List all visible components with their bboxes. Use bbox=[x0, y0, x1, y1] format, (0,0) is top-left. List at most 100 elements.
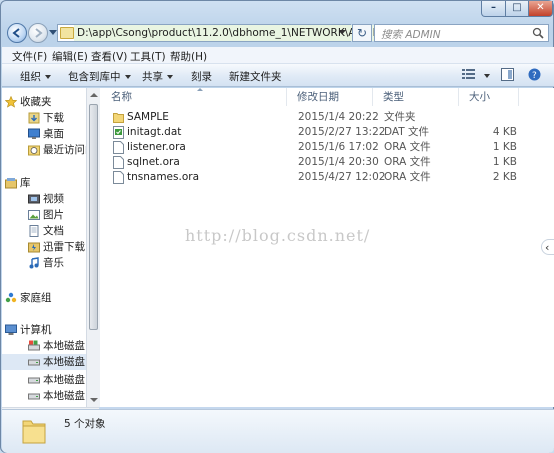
minimize-button[interactable]: – bbox=[481, 1, 506, 17]
view-dropdown-caret-icon[interactable] bbox=[484, 74, 490, 78]
arrow-right-icon bbox=[35, 28, 43, 38]
nav-computer-label: 计算机 bbox=[20, 324, 52, 336]
nav-item-label: 音乐 bbox=[43, 257, 64, 269]
content-area: 收藏夹 下载 桌面 最近访问的 库 视频 bbox=[2, 88, 554, 407]
file-name: SAMPLE bbox=[127, 111, 169, 123]
file-type: ORA 文件 bbox=[384, 171, 431, 183]
nav-favorites[interactable]: 收藏夹 bbox=[2, 94, 86, 110]
dropdown-caret-icon bbox=[45, 75, 51, 79]
chevron-down-icon[interactable] bbox=[339, 30, 346, 35]
dat-file-icon bbox=[113, 126, 124, 139]
address-bar[interactable]: D:\app\Csong\product\11.2.0\dbhome_1\NET… bbox=[57, 24, 387, 42]
scrollbar-thumb[interactable] bbox=[89, 104, 98, 330]
refresh-button[interactable]: ↻ bbox=[352, 24, 372, 42]
file-size: 1 KB bbox=[492, 156, 517, 168]
nav-item-desktop[interactable]: 桌面 bbox=[2, 126, 86, 142]
search-input[interactable]: 搜索 ADMIN bbox=[374, 24, 549, 42]
file-list: 名称 修改日期 类型 大小 SAMPLE 2015/1/4 20:22 文件夹 … bbox=[101, 88, 554, 407]
column-name-label: 名称 bbox=[111, 91, 132, 103]
chevron-left-icon: ‹ bbox=[545, 241, 550, 254]
nav-libraries-label: 库 bbox=[20, 177, 31, 189]
recent-pages-dropdown-icon[interactable] bbox=[49, 30, 57, 36]
pictures-icon bbox=[28, 210, 40, 220]
nav-item-recent[interactable]: 最近访问的 bbox=[2, 142, 86, 158]
organize-button[interactable]: 组织 bbox=[20, 69, 51, 84]
nav-scrollbar[interactable] bbox=[86, 88, 100, 407]
nav-item-drive-e[interactable]: 本地磁盘 (E bbox=[2, 372, 86, 388]
forward-button[interactable] bbox=[28, 23, 48, 43]
file-size: 1 KB bbox=[492, 141, 517, 153]
table-row[interactable]: tnsnames.ora 2015/4/27 12:02 ORA 文件 2 KB bbox=[101, 170, 531, 185]
dropdown-caret-icon bbox=[167, 75, 173, 79]
file-icon bbox=[113, 141, 124, 154]
nav-item-drive-d[interactable]: 本地磁盘 (I bbox=[2, 354, 86, 370]
menu-tools[interactable]: 工具(T) bbox=[130, 49, 166, 64]
menu-view[interactable]: 查看(V) bbox=[91, 49, 127, 64]
file-date: 2015/1/4 20:22 bbox=[298, 111, 379, 123]
new-folder-button[interactable]: 新建文件夹 bbox=[229, 69, 282, 84]
close-icon: ✕ bbox=[536, 2, 545, 13]
pane-toggle-button[interactable]: ‹ bbox=[541, 239, 554, 255]
file-date: 2015/1/4 20:30 bbox=[298, 156, 379, 168]
column-header-size[interactable]: 大小 bbox=[459, 88, 519, 106]
maximize-button[interactable]: □ bbox=[506, 1, 529, 17]
table-row[interactable]: listener.ora 2015/1/6 17:02 ORA 文件 1 KB bbox=[101, 140, 531, 155]
preview-pane-icon[interactable] bbox=[501, 68, 514, 81]
view-options-icon[interactable] bbox=[462, 68, 476, 80]
column-header-name[interactable]: 名称 bbox=[101, 88, 287, 106]
refresh-icon: ↻ bbox=[356, 26, 368, 40]
nav-item-label: 本地磁盘 (I bbox=[43, 356, 86, 368]
file-size: 2 KB bbox=[492, 171, 517, 183]
nav-computer[interactable]: 计算机 bbox=[2, 322, 86, 338]
nav-item-pictures[interactable]: 图片 bbox=[2, 207, 86, 223]
search-icon[interactable] bbox=[532, 27, 544, 39]
burn-button[interactable]: 刻录 bbox=[191, 69, 212, 84]
nav-item-thunder-downloads[interactable]: 迅雷下载 bbox=[2, 239, 86, 255]
share-label: 共享 bbox=[142, 71, 163, 83]
libraries-icon bbox=[5, 178, 17, 189]
nav-homegroup[interactable]: 家庭组 bbox=[2, 290, 86, 306]
table-row[interactable]: sqlnet.ora 2015/1/4 20:30 ORA 文件 1 KB bbox=[101, 155, 531, 170]
nav-item-music[interactable]: 音乐 bbox=[2, 255, 86, 271]
recent-places-icon bbox=[28, 145, 40, 156]
menu-file[interactable]: 文件(F) bbox=[12, 49, 47, 64]
column-header-type[interactable]: 类型 bbox=[373, 88, 459, 106]
organize-label: 组织 bbox=[20, 71, 41, 83]
include-in-library-button[interactable]: 包含到库中 bbox=[68, 69, 131, 84]
table-row[interactable]: SAMPLE 2015/1/4 20:22 文件夹 bbox=[101, 110, 531, 125]
music-icon bbox=[29, 257, 39, 269]
dropdown-caret-icon bbox=[124, 75, 131, 79]
nav-libraries[interactable]: 库 bbox=[2, 175, 86, 191]
menu-edit[interactable]: 编辑(E) bbox=[52, 49, 88, 64]
table-row[interactable]: initagt.dat 2015/2/27 13:22 DAT 文件 4 KB bbox=[101, 125, 531, 140]
nav-item-videos[interactable]: 视频 bbox=[2, 191, 86, 207]
scroll-up-icon[interactable] bbox=[90, 93, 98, 97]
nav-item-label: 文档 bbox=[43, 225, 64, 237]
menu-help[interactable]: 帮助(H) bbox=[170, 49, 207, 64]
nav-item-label: 本地磁盘 (F bbox=[43, 390, 86, 402]
watermark: http://blog.csdn.net/ bbox=[185, 226, 371, 245]
nav-item-label: 图片 bbox=[43, 209, 64, 221]
scroll-down-icon[interactable] bbox=[90, 398, 98, 402]
file-name: listener.ora bbox=[127, 141, 186, 153]
column-header-date[interactable]: 修改日期 bbox=[287, 88, 373, 106]
nav-item-documents[interactable]: 文档 bbox=[2, 223, 86, 239]
column-size-label: 大小 bbox=[469, 91, 490, 103]
help-icon[interactable]: ? bbox=[528, 68, 541, 81]
share-button[interactable]: 共享 bbox=[142, 69, 173, 84]
arrow-left-icon bbox=[12, 28, 20, 38]
nav-item-downloads[interactable]: 下载 bbox=[2, 110, 86, 126]
close-button[interactable]: ✕ bbox=[529, 1, 553, 17]
file-size: 4 KB bbox=[492, 126, 517, 138]
column-date-label: 修改日期 bbox=[297, 91, 339, 103]
file-date: 2015/1/6 17:02 bbox=[298, 141, 379, 153]
drive-icon bbox=[28, 377, 40, 384]
search-placeholder: 搜索 ADMIN bbox=[381, 29, 441, 41]
navigation-pane: 收藏夹 下载 桌面 最近访问的 库 视频 bbox=[2, 88, 86, 407]
nav-item-drive-c[interactable]: 本地磁盘 (C bbox=[2, 338, 86, 354]
back-button[interactable] bbox=[7, 23, 27, 43]
new-folder-label: 新建文件夹 bbox=[229, 71, 282, 83]
nav-item-drive-f[interactable]: 本地磁盘 (F bbox=[2, 388, 86, 404]
nav-item-label: 迅雷下载 bbox=[43, 241, 85, 253]
file-type: ORA 文件 bbox=[384, 141, 431, 153]
